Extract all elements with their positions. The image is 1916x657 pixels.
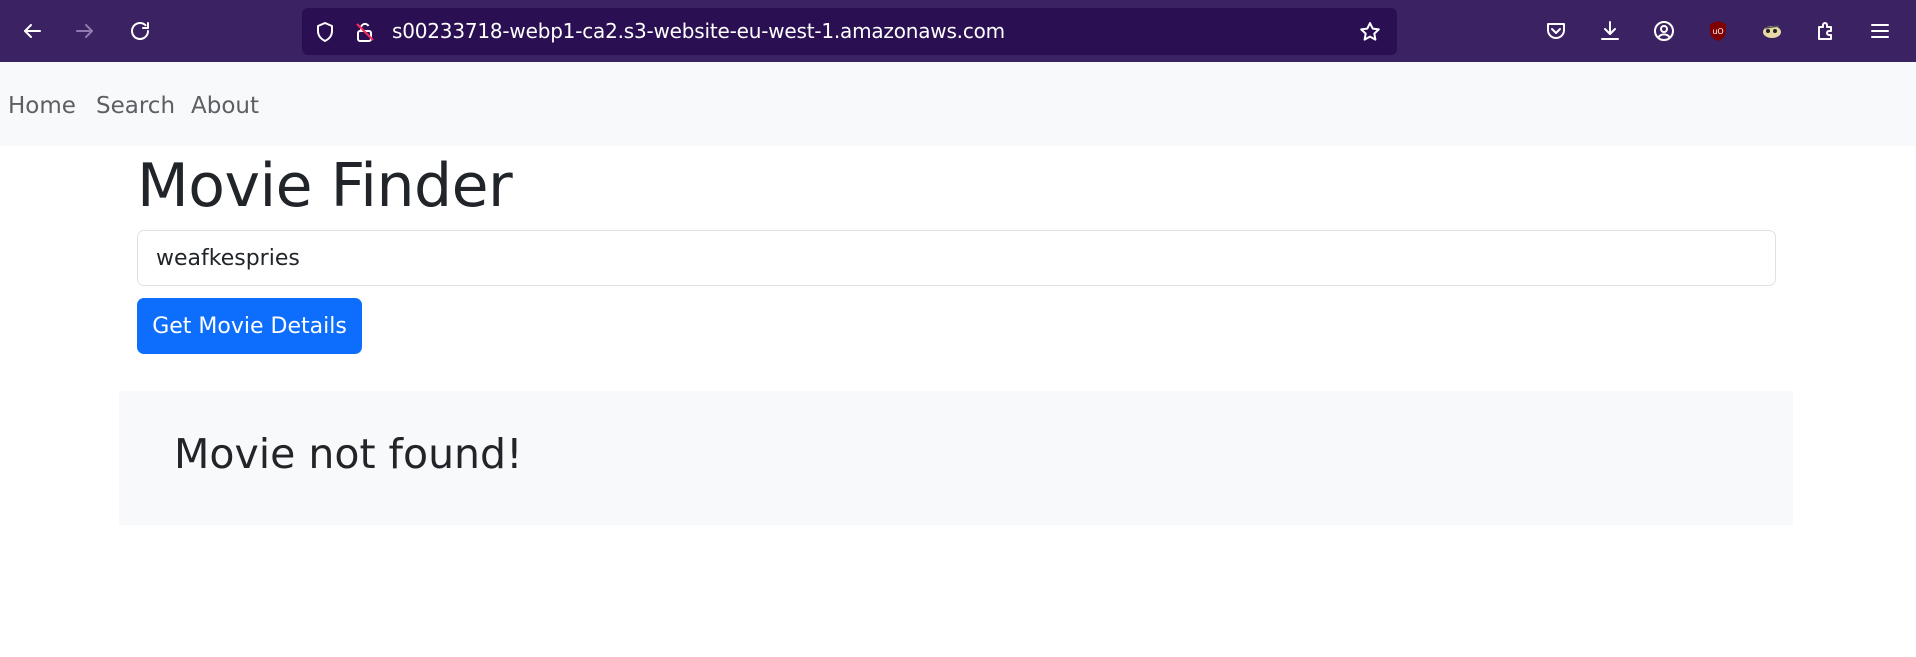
reload-icon[interactable]	[122, 13, 158, 49]
forward-icon[interactable]	[67, 13, 103, 49]
back-icon[interactable]	[14, 13, 50, 49]
shield-icon[interactable]	[312, 19, 338, 45]
result-message: Movie not found!	[174, 430, 523, 478]
url-bar[interactable]: s00233718-webp1-ca2.s3-website-eu-west-1…	[302, 8, 1397, 55]
nav-search[interactable]: Search	[96, 62, 175, 146]
extensions-icon[interactable]	[1808, 13, 1844, 49]
nav-home[interactable]: Home	[8, 62, 76, 146]
ublock-icon[interactable]: uO	[1700, 13, 1736, 49]
star-icon[interactable]	[1357, 19, 1383, 45]
lock-warning-icon[interactable]	[352, 19, 378, 45]
url-text[interactable]: s00233718-webp1-ca2.s3-website-eu-west-1…	[392, 8, 1005, 55]
download-icon[interactable]	[1592, 13, 1628, 49]
result-panel: Movie not found!	[119, 391, 1793, 525]
menu-icon[interactable]	[1862, 13, 1898, 49]
movie-search-input[interactable]	[137, 230, 1776, 286]
nav-about[interactable]: About	[191, 62, 259, 146]
pocket-icon[interactable]	[1538, 13, 1574, 49]
page-title: Movie Finder	[137, 151, 513, 221]
account-icon[interactable]	[1646, 13, 1682, 49]
get-movie-details-button[interactable]: Get Movie Details	[137, 298, 362, 354]
svg-text:uO: uO	[1712, 27, 1723, 36]
browser-toolbar: s00233718-webp1-ca2.s3-website-eu-west-1…	[0, 0, 1916, 62]
extension-avatar-icon[interactable]	[1754, 13, 1790, 49]
site-navbar: Home Search About	[0, 62, 1916, 146]
